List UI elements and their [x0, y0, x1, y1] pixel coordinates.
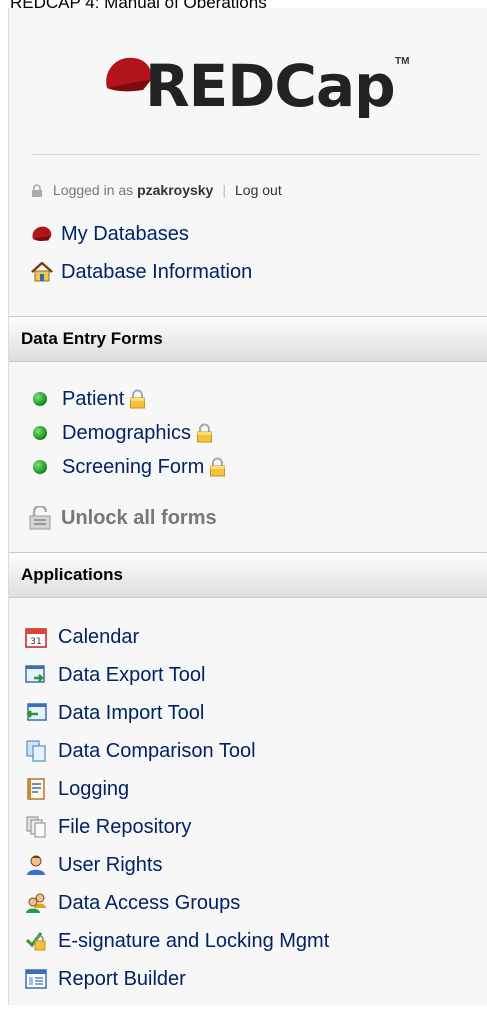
svg-text:31: 31 [30, 637, 41, 647]
user-icon [24, 853, 48, 877]
app-label: User Rights [58, 853, 163, 876]
lock-icon [196, 423, 212, 443]
nav-label: Database Information [61, 260, 253, 283]
app-label: Calendar [58, 625, 140, 648]
login-status: Logged in as pzakroysky | Log out [31, 182, 282, 198]
app-logging[interactable]: Logging [24, 774, 129, 804]
sidebar-panel: REDCap TM Logged in as pzakroysky | Log … [8, 8, 487, 1005]
data-entry-forms-header: Data Entry Forms [9, 316, 487, 362]
app-calendar[interactable]: 31 Calendar [24, 622, 139, 652]
file-repository-icon [24, 815, 48, 839]
redcap-logo: REDCap TM [99, 46, 419, 126]
app-data-access-groups[interactable]: Data Access Groups [24, 888, 240, 918]
lock-icon [210, 457, 226, 477]
status-green-icon [33, 426, 47, 440]
unlock-all-forms-button[interactable]: Unlock all forms [29, 506, 217, 530]
logo-tm: TM [395, 56, 410, 67]
login-separator: | [222, 182, 226, 198]
app-esignature-locking[interactable]: E-signature and Locking Mgmt [24, 926, 329, 956]
lock-icon [130, 389, 146, 409]
form-screening-form[interactable]: Screening Form [31, 453, 226, 481]
app-user-rights[interactable]: User Rights [24, 850, 162, 880]
esignature-icon [24, 929, 48, 953]
logout-link[interactable]: Log out [235, 182, 282, 198]
applications-header: Applications [9, 552, 487, 598]
app-label: Data Comparison Tool [58, 739, 256, 762]
app-label: E-signature and Locking Mgmt [58, 929, 330, 952]
nav-database-information[interactable]: Database Information [31, 258, 252, 286]
app-report-builder[interactable]: Report Builder [24, 964, 186, 994]
app-label: Data Access Groups [58, 891, 241, 914]
red-cap-icon [31, 223, 53, 245]
calendar-icon: 31 [24, 625, 48, 649]
app-data-comparison-tool[interactable]: Data Comparison Tool [24, 736, 256, 766]
nav-label: My Databases [61, 222, 189, 245]
compare-icon [24, 739, 48, 763]
export-icon [24, 663, 48, 687]
divider [31, 154, 479, 155]
nav-my-databases[interactable]: My Databases [31, 220, 189, 248]
app-label: Report Builder [58, 967, 186, 990]
group-icon [24, 891, 48, 915]
form-demographics[interactable]: Demographics [31, 419, 213, 447]
report-icon [24, 967, 48, 991]
form-label: Screening Form [62, 455, 205, 478]
import-icon [24, 701, 48, 725]
home-icon [31, 261, 53, 283]
app-data-import-tool[interactable]: Data Import Tool [24, 698, 204, 728]
unlock-icon [29, 506, 51, 530]
unlock-all-label: Unlock all forms [61, 506, 217, 529]
app-data-export-tool[interactable]: Data Export Tool [24, 660, 206, 690]
login-prefix: Logged in as [53, 182, 134, 198]
app-label: Data Import Tool [58, 701, 205, 724]
username: pzakroysky [137, 182, 214, 198]
lock-small-icon [32, 183, 42, 197]
status-green-icon [33, 392, 47, 406]
app-label: File Repository [58, 815, 192, 838]
status-green-icon [33, 460, 47, 474]
logging-icon [24, 777, 48, 801]
form-label: Patient [62, 387, 125, 410]
logo-text: REDCap [145, 52, 396, 120]
app-file-repository[interactable]: File Repository [24, 812, 191, 842]
app-label: Data Export Tool [58, 663, 206, 686]
form-label: Demographics [62, 421, 191, 444]
form-patient[interactable]: Patient [31, 385, 146, 413]
app-label: Logging [58, 777, 130, 800]
